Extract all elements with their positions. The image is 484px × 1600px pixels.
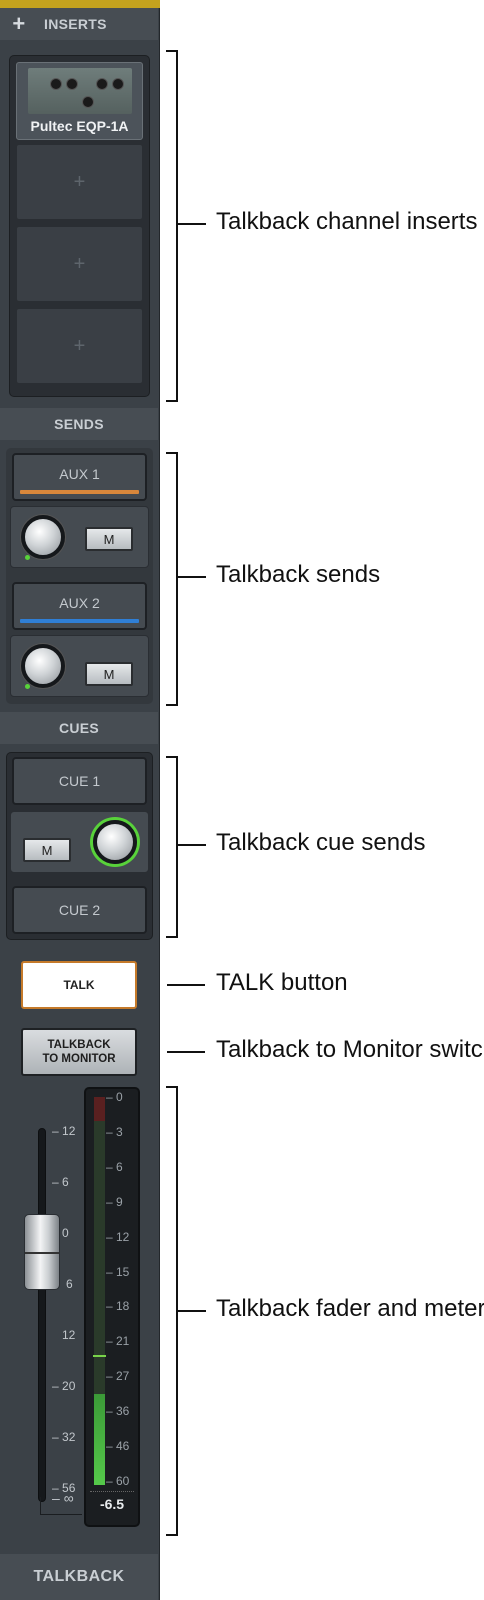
cue1-send-controls: M xyxy=(10,811,149,873)
meter-scale-label: – 36 xyxy=(106,1404,130,1419)
strip-color-bar xyxy=(0,0,160,8)
fader-leader xyxy=(178,1310,206,1312)
fader-bracket xyxy=(40,1497,82,1515)
monitor-leader xyxy=(167,1051,205,1053)
aux2-color-stripe xyxy=(20,619,139,623)
inserts-well: Pultec EQP-1A + + + xyxy=(9,55,150,397)
level-indicator-icon xyxy=(25,555,30,560)
cues-leader xyxy=(178,844,206,846)
cues-bracket xyxy=(166,756,178,938)
aux1-mute-button[interactable]: M xyxy=(85,527,133,551)
meter-scale-label: – 21 xyxy=(106,1334,130,1349)
fader-bracket-callout xyxy=(166,1086,178,1536)
talk-button[interactable]: TALK xyxy=(21,961,137,1009)
callout-talk-button: TALK button xyxy=(216,969,348,996)
inserts-bracket xyxy=(166,50,178,402)
cue1-label: CUE 1 xyxy=(58,773,101,789)
talkback-meter: – 0 – 3 – 6 – 9 – 12 – 15 – 18 – 21 – 27 – 36 – 46… xyxy=(84,1087,140,1527)
meter-scale-label: – 6 xyxy=(106,1159,123,1174)
aux2-label: AUX 2 xyxy=(59,595,100,611)
aux1-send-controls: M xyxy=(10,506,149,568)
meter-peak-hold xyxy=(93,1354,106,1357)
cue1-send-level-knob[interactable] xyxy=(93,820,137,864)
aux2-send-level-knob[interactable] xyxy=(21,644,65,688)
talk-leader xyxy=(167,984,205,986)
cue1-mute-button[interactable]: M xyxy=(23,838,71,862)
inserts-leader xyxy=(178,223,206,225)
meter-bar xyxy=(93,1097,106,1485)
talkback-to-monitor-line2: TO MONITOR xyxy=(42,1053,116,1065)
talkback-fader-handle[interactable] xyxy=(24,1214,60,1290)
talkback-to-monitor-line1: TALKBACK xyxy=(47,1039,111,1051)
fader-track xyxy=(38,1128,46,1502)
meter-scale-label: – 12 xyxy=(106,1229,130,1244)
fader-scale-label: – 6 xyxy=(52,1175,69,1189)
aux2-send-controls: M xyxy=(10,635,149,697)
meter-scale-label: – 9 xyxy=(106,1194,123,1209)
strip-name: TALKBACK xyxy=(0,1554,158,1600)
meter-scale-label: – 60 xyxy=(106,1474,130,1488)
callout-sends: Talkback sends xyxy=(216,561,381,588)
insert-slot-1[interactable]: Pultec EQP-1A xyxy=(16,62,143,140)
aux2-mute-button[interactable]: M xyxy=(85,662,133,686)
knob-icon xyxy=(50,78,62,90)
meter-clip-zone xyxy=(94,1097,105,1121)
level-indicator-icon xyxy=(25,684,30,689)
callout-inserts: Talkback channel inserts xyxy=(216,208,478,235)
callout-fader-meter: Talkback fader and meter xyxy=(216,1295,484,1322)
aux2-send-button[interactable]: AUX 2 xyxy=(12,582,147,630)
plugin-name: Pultec EQP-1A xyxy=(30,118,129,134)
fader-scale-label: – 12 xyxy=(52,1124,76,1138)
talkback-channel-strip: + INSERTS Pultec EQP-1A + + + SENDS AUX … xyxy=(0,0,160,1600)
insert-slot-4[interactable]: + xyxy=(16,308,143,384)
insert-slot-3[interactable]: + xyxy=(16,226,143,302)
plus-icon[interactable]: + xyxy=(4,11,34,37)
fader-scale-label: – 20 xyxy=(52,1379,76,1393)
inserts-header: + INSERTS xyxy=(0,8,158,40)
knob-icon xyxy=(112,78,124,90)
cue2-send-button[interactable]: CUE 2 xyxy=(12,886,147,934)
knob-icon xyxy=(66,78,78,90)
meter-readout: -6.5 xyxy=(90,1491,134,1512)
meter-scale-label: – 15 xyxy=(106,1264,130,1279)
talkback-to-monitor-switch[interactable]: TALKBACK TO MONITOR xyxy=(21,1028,137,1076)
sends-bracket xyxy=(166,452,178,706)
aux1-send-button[interactable]: AUX 1 xyxy=(12,453,147,501)
insert-slot-2[interactable]: + xyxy=(16,144,143,220)
meter-scale-label: – 3 xyxy=(106,1124,123,1139)
knob-icon xyxy=(96,78,108,90)
aux1-color-stripe xyxy=(20,490,139,494)
aux1-send-level-knob[interactable] xyxy=(21,515,65,559)
meter-scale-label: – 46 xyxy=(106,1439,130,1454)
knob-icon xyxy=(82,96,94,108)
sends-leader xyxy=(178,576,206,578)
cue1-send-button[interactable]: CUE 1 xyxy=(12,757,147,805)
meter-level-fill xyxy=(94,1393,105,1485)
sends-header: SENDS xyxy=(0,408,158,440)
inserts-label: INSERTS xyxy=(44,16,107,32)
meter-scale-label: – 0 xyxy=(106,1090,123,1104)
cue2-label: CUE 2 xyxy=(58,902,101,918)
meter-scale-label: – 27 xyxy=(106,1369,130,1384)
callout-monitor-switch: Talkback to Monitor switch xyxy=(216,1036,484,1063)
meter-scale-label: – 18 xyxy=(106,1299,130,1314)
callout-cue-sends: Talkback cue sends xyxy=(216,829,426,856)
pultec-thumbnail xyxy=(28,68,132,114)
aux1-label: AUX 1 xyxy=(59,466,100,482)
fader-scale-label: – 32 xyxy=(52,1430,76,1444)
cues-header: CUES xyxy=(0,712,158,744)
